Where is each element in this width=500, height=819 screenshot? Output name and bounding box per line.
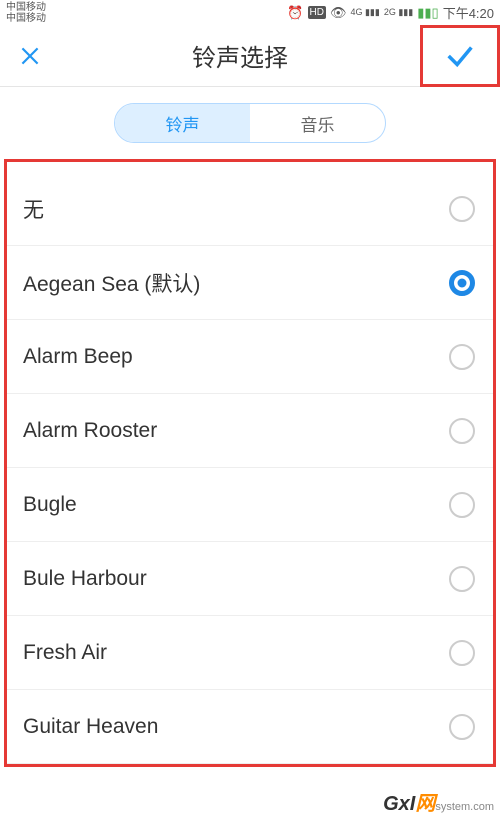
tab-ringtone[interactable]: 铃声 <box>115 104 250 142</box>
alarm-icon: ⏰ <box>287 5 303 21</box>
radio-icon[interactable] <box>449 714 475 740</box>
battery-icon: ▮▮▯ <box>417 5 438 21</box>
list-item[interactable]: Aegean Sea (默认) <box>7 246 493 320</box>
ringtone-list-container: 无 Aegean Sea (默认) Alarm Beep Alarm Rooster B… <box>4 159 496 767</box>
carrier-1: 中国移动 <box>6 2 46 13</box>
list-item[interactable]: Alarm Beep <box>7 320 493 394</box>
ringtone-label: Alarm Beep <box>23 345 133 369</box>
hd-icon: HD <box>308 6 326 19</box>
close-button[interactable] <box>0 25 60 87</box>
watermark-suffix: 网 <box>415 793 435 815</box>
list-item[interactable]: Bugle <box>7 468 493 542</box>
status-bar: 中国移动 中国移动 ⏰ HD 👁 4G ▮▮▮ 2G ▮▮▮ ▮▮▯ 下午4:2… <box>0 0 500 25</box>
watermark-prefix: GxI <box>383 793 415 815</box>
radio-icon[interactable] <box>449 344 475 370</box>
header: 铃声选择 <box>0 25 500 87</box>
ringtone-label: Fresh Air <box>23 641 107 665</box>
status-icons: ⏰ HD 👁 4G ▮▮▮ 2G ▮▮▮ ▮▮▯ 下午4:20 <box>287 3 494 22</box>
eye-icon: 👁 <box>330 5 347 21</box>
list-item[interactable]: Bule Harbour <box>7 542 493 616</box>
radio-icon[interactable] <box>449 566 475 592</box>
list-item[interactable]: Hawaii <box>7 764 493 767</box>
ringtone-label: Bule Harbour <box>23 567 147 591</box>
carrier-labels: 中国移动 中国移动 <box>6 2 46 24</box>
list-item[interactable]: Guitar Heaven <box>7 690 493 764</box>
clock-time: 下午4:20 <box>443 3 494 22</box>
tab-music[interactable]: 音乐 <box>250 104 385 142</box>
ringtone-label: 无 <box>23 194 44 224</box>
list-item[interactable]: 无 <box>7 172 493 246</box>
radio-icon[interactable] <box>449 270 475 296</box>
ringtone-label: Guitar Heaven <box>23 715 158 739</box>
carrier-2: 中国移动 <box>6 13 46 24</box>
radio-icon[interactable] <box>449 640 475 666</box>
signal-4g-icon: 4G ▮▮▮ <box>350 7 379 18</box>
tab-group: 铃声 音乐 <box>114 103 386 143</box>
ringtone-label: Bugle <box>23 493 77 517</box>
tab-bar: 铃声 音乐 <box>0 87 500 159</box>
radio-icon[interactable] <box>449 492 475 518</box>
ringtone-label: Alarm Rooster <box>23 419 157 443</box>
list-item[interactable]: Fresh Air <box>7 616 493 690</box>
confirm-button[interactable] <box>420 25 500 87</box>
watermark: GxI网system.com <box>383 787 494 816</box>
list-item[interactable]: Alarm Rooster <box>7 394 493 468</box>
radio-icon[interactable] <box>449 196 475 222</box>
ringtone-label: Aegean Sea (默认) <box>23 268 200 298</box>
page-title: 铃声选择 <box>192 38 288 73</box>
radio-icon[interactable] <box>449 418 475 444</box>
ringtone-list[interactable]: 无 Aegean Sea (默认) Alarm Beep Alarm Rooster B… <box>7 162 493 767</box>
signal-2g-icon: 2G ▮▮▮ <box>384 7 413 18</box>
